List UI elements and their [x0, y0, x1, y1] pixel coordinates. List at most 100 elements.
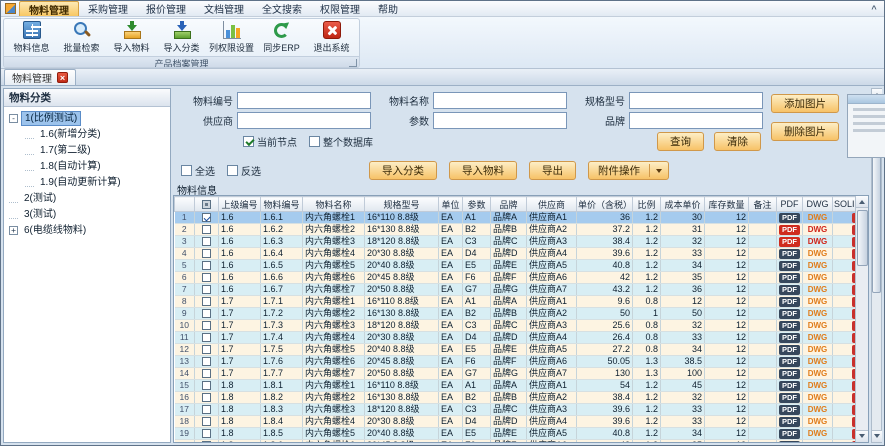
table-row-1.6.4[interactable]: 41.61.6.4内六角螺栓420*30 8.8级EAD4品牌D供应商A439.…	[175, 248, 856, 260]
column-header-dwg[interactable]: DWG	[803, 197, 833, 212]
cell-sw[interactable]: SW	[833, 428, 856, 440]
cell-dwg[interactable]: DWG	[803, 296, 833, 308]
tree-node-1[interactable]: -1(比例测试)	[4, 110, 170, 126]
cell-dwg[interactable]: DWG	[803, 332, 833, 344]
import-material-button[interactable]: 导入物料	[449, 161, 517, 180]
whole-database-checkbox[interactable]	[309, 136, 320, 147]
dwg-badge[interactable]: DWG	[808, 321, 828, 330]
dwg-badge[interactable]: DWG	[808, 345, 828, 354]
row-checkbox[interactable]	[202, 261, 211, 270]
menu-tab-permission-mgmt[interactable]: 权限管理	[311, 1, 369, 16]
pdf-badge[interactable]: PDF	[779, 369, 800, 379]
table-row-1.7.5[interactable]: 121.71.7.5内六角螺栓520*40 8.8级EAE5品牌E供应商A527…	[175, 344, 856, 356]
row-checkbox[interactable]	[202, 273, 211, 282]
dwg-badge[interactable]: DWG	[808, 237, 828, 246]
cell-pdf[interactable]: PDF	[777, 260, 803, 272]
ribbon-collapse-button[interactable]: ^	[864, 1, 884, 16]
dwg-badge[interactable]: DWG	[808, 441, 828, 442]
table-row-1.6.6[interactable]: 61.61.6.6内六角螺栓620*45 8.8级EAF6品牌F供应商A6421…	[175, 272, 856, 284]
cell-check[interactable]	[195, 440, 219, 443]
ribbon-button-exit-system[interactable]: 退出系统	[307, 20, 356, 55]
cell-dwg[interactable]: DWG	[803, 320, 833, 332]
cell-sw[interactable]: SW	[833, 224, 856, 236]
cell-pdf[interactable]: PDF	[777, 404, 803, 416]
pdf-badge[interactable]: PDF	[779, 249, 800, 259]
tree-node-1.9[interactable]: 1.9(自动更新计算)	[4, 174, 170, 190]
row-checkbox[interactable]	[202, 429, 211, 438]
row-checkbox[interactable]	[202, 417, 211, 426]
add-image-button[interactable]: 添加图片	[771, 94, 839, 113]
search-input-brand[interactable]	[629, 112, 763, 129]
pdf-badge[interactable]: PDF	[779, 333, 800, 343]
cell-check[interactable]	[195, 404, 219, 416]
row-checkbox[interactable]	[202, 381, 211, 390]
dwg-badge[interactable]: DWG	[808, 417, 828, 426]
dwg-badge[interactable]: DWG	[808, 381, 828, 390]
cell-sw[interactable]: SW	[833, 236, 856, 248]
column-header-name[interactable]: 物料名称	[303, 197, 365, 212]
checkbox-whole-database[interactable]: 整个数据库	[309, 134, 373, 149]
cell-pdf[interactable]: PDF	[777, 344, 803, 356]
cell-check[interactable]	[195, 248, 219, 260]
cell-pdf[interactable]: PDF	[777, 284, 803, 296]
cell-check[interactable]	[195, 224, 219, 236]
scroll-down-button[interactable]	[856, 430, 869, 442]
import-category-button[interactable]: 导入分类	[369, 161, 437, 180]
cell-sw[interactable]: SW	[833, 308, 856, 320]
pdf-badge[interactable]: PDF	[779, 273, 800, 283]
row-checkbox[interactable]	[202, 285, 211, 294]
row-checkbox[interactable]	[202, 333, 211, 342]
column-header-price[interactable]: 单价（含税）	[577, 197, 633, 212]
cell-check[interactable]	[195, 368, 219, 380]
dwg-badge[interactable]: DWG	[808, 357, 828, 366]
cell-pdf[interactable]: PDF	[777, 224, 803, 236]
menu-tab-purchase-mgmt[interactable]: 采购管理	[79, 1, 137, 16]
table-row-1.7.3[interactable]: 101.71.7.3内六角螺栓318*120 8.8级EAC3品牌C供应商A32…	[175, 320, 856, 332]
table-row-1.8.2[interactable]: 161.81.8.2内六角螺栓216*130 8.8级EAB2品牌B供应商A23…	[175, 392, 856, 404]
menu-tab-material-mgmt[interactable]: 物料管理	[19, 1, 79, 16]
cell-pdf[interactable]: PDF	[777, 332, 803, 344]
scrollbar-thumb[interactable]	[857, 210, 868, 266]
cell-dwg[interactable]: DWG	[803, 404, 833, 416]
menu-tab-document-mgmt[interactable]: 文档管理	[195, 1, 253, 16]
expand-icon[interactable]: +	[9, 226, 18, 235]
cell-sw[interactable]: SW	[833, 260, 856, 272]
column-header-unit[interactable]: 单位	[439, 197, 463, 212]
column-header-ratio[interactable]: 比例	[633, 197, 661, 212]
attachment-operations-button[interactable]: 附件操作	[588, 161, 669, 180]
table-row-1.7.1[interactable]: 81.71.7.1内六角螺栓116*110 8.8级EAA1品牌A供应商A19.…	[175, 296, 856, 308]
table-row-1.8.3[interactable]: 171.81.8.3内六角螺栓318*120 8.8级EAC3品牌C供应商A33…	[175, 404, 856, 416]
cell-dwg[interactable]: DWG	[803, 248, 833, 260]
invert-select-checkbox[interactable]	[227, 165, 238, 176]
row-checkbox[interactable]	[202, 441, 211, 442]
cell-check[interactable]	[195, 332, 219, 344]
cell-sw[interactable]: SW	[833, 368, 856, 380]
cell-sw[interactable]: SW	[833, 344, 856, 356]
delete-image-button[interactable]: 删除图片	[771, 122, 839, 141]
row-checkbox[interactable]	[202, 405, 211, 414]
checkbox-current-node[interactable]: 当前节点	[243, 134, 297, 149]
column-header-note[interactable]: 备注	[749, 197, 777, 212]
pdf-badge[interactable]: PDF	[779, 441, 800, 442]
dwg-badge[interactable]: DWG	[808, 405, 828, 414]
cell-dwg[interactable]: DWG	[803, 392, 833, 404]
table-row-1.6.5[interactable]: 51.61.6.5内六角螺栓520*40 8.8级EAE5品牌E供应商A540.…	[175, 260, 856, 272]
cell-dwg[interactable]: DWG	[803, 368, 833, 380]
cell-sw[interactable]: SW	[833, 296, 856, 308]
tree-node-1.7[interactable]: 1.7(第二级)	[4, 142, 170, 158]
checkbox-invert-select[interactable]: 反选	[227, 163, 261, 178]
checkbox-select-all[interactable]: 全选	[181, 163, 215, 178]
row-checkbox[interactable]	[202, 237, 211, 246]
cell-dwg[interactable]: DWG	[803, 428, 833, 440]
cell-pdf[interactable]: PDF	[777, 236, 803, 248]
cell-pdf[interactable]: PDF	[777, 416, 803, 428]
cell-check[interactable]	[195, 320, 219, 332]
dwg-badge[interactable]: DWG	[808, 393, 828, 402]
table-row-1.8.5[interactable]: 191.81.8.5内六角螺栓520*40 8.8级EAE5品牌E供应商A540…	[175, 428, 856, 440]
ribbon-button-material-info[interactable]: 物料信息	[7, 20, 56, 55]
dwg-badge[interactable]: DWG	[808, 309, 828, 318]
column-header-param[interactable]: 参数	[463, 197, 491, 212]
tab-material-management[interactable]: 物料管理 ×	[4, 69, 76, 85]
column-header-cost[interactable]: 成本单价	[661, 197, 705, 212]
query-button[interactable]: 查询	[657, 132, 704, 151]
